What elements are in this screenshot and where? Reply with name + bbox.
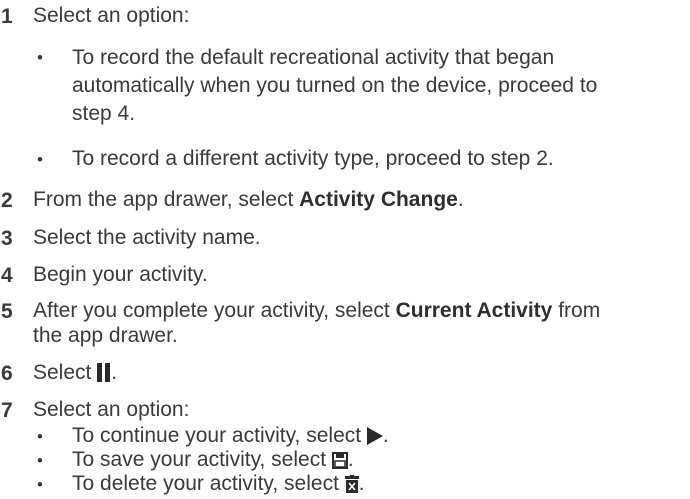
ui-term-activity-change: Activity Change [299, 188, 458, 211]
step-number: 4 [1, 264, 13, 287]
step-text: Select . [33, 360, 683, 388]
ui-term-current-activity: Current Activity [395, 299, 553, 322]
bullet-marker: • [37, 475, 43, 494]
bullet-text: To record the default recreational activ… [72, 46, 598, 125]
step-text: Select an option: [33, 4, 190, 27]
bullet-text: To delete your activity, select . [72, 471, 682, 499]
bullet-marker: • [37, 48, 43, 67]
step-text: After you complete your activity, select… [33, 299, 601, 347]
step-number: 7 [1, 399, 13, 422]
step-text: From the app drawer, select Activity Cha… [33, 188, 464, 211]
step-number: 6 [1, 362, 13, 385]
bullet-marker: • [37, 451, 43, 470]
step-text: Select an option: [33, 398, 190, 421]
step-number: 2 [1, 189, 13, 212]
step-number: 1 [1, 5, 13, 28]
instruction-list: 1 Select an option: • To record the defa… [0, 0, 690, 498]
bullet-marker: • [37, 427, 43, 446]
step-text: Begin your activity. [33, 263, 208, 286]
step-number: 3 [1, 227, 13, 250]
pause-icon [97, 363, 111, 388]
step-text: Select the activity name. [33, 226, 261, 249]
bullet-marker: • [37, 150, 43, 169]
step-number: 5 [1, 300, 13, 323]
bullet-text: To record a different activity type, pro… [72, 147, 554, 170]
delete-icon [344, 474, 359, 499]
